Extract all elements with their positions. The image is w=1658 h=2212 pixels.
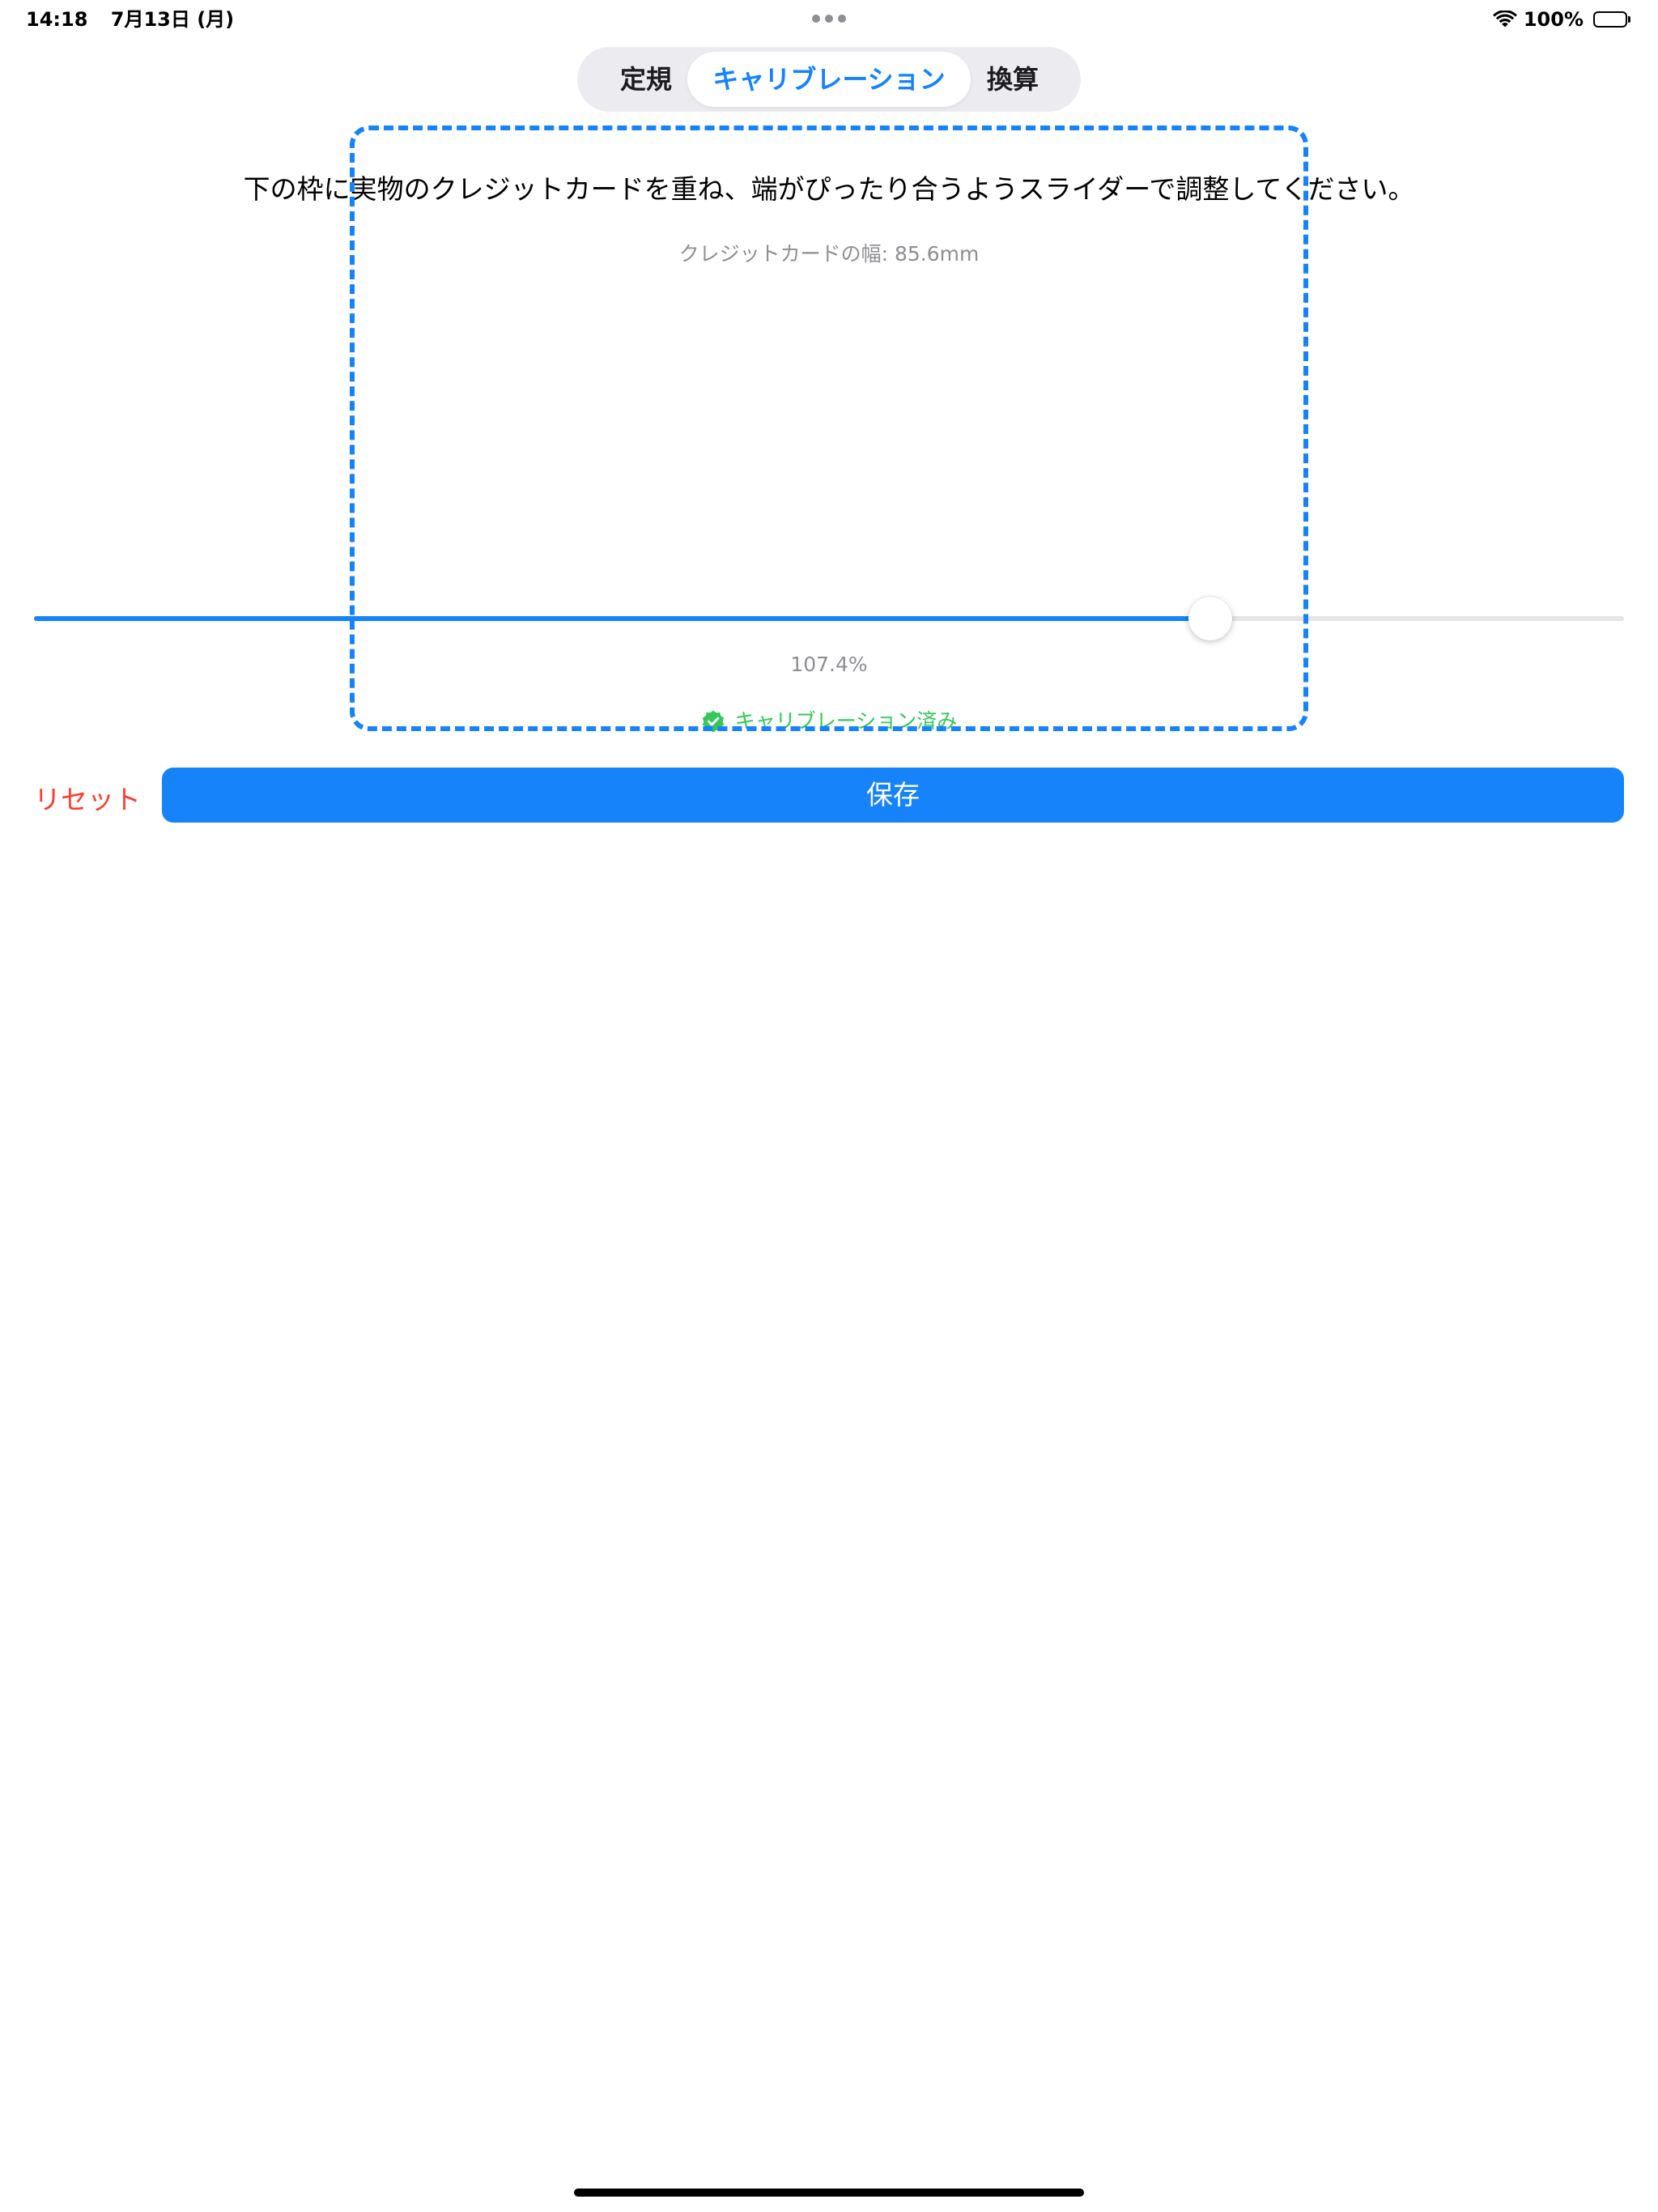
calibration-instruction: 下の枠に実物のクレジットカードを重ね、端がぴったり合うようスライダーで調整してく… bbox=[243, 173, 1415, 205]
battery-icon bbox=[1593, 11, 1632, 28]
segment-conversion[interactable]: 換算 bbox=[950, 52, 1076, 107]
card-width-info: クレジットカードの幅: 85.6mm bbox=[678, 242, 980, 266]
segment-calibration[interactable]: キャリブレーション bbox=[687, 52, 971, 107]
home-indicator[interactable] bbox=[574, 2189, 1084, 2197]
calibrated-status-label: キャリブレーション済み bbox=[734, 709, 958, 733]
status-date: 7月13日 (月) bbox=[110, 8, 235, 31]
wifi-icon bbox=[1492, 11, 1517, 28]
slider-track[interactable] bbox=[34, 616, 1624, 621]
credit-card-frame bbox=[350, 125, 1308, 731]
mode-segmented-control: 定規 キャリブレーション 換算 bbox=[577, 47, 1081, 112]
save-button[interactable]: 保存 bbox=[162, 768, 1624, 823]
status-time: 14:18 bbox=[26, 8, 88, 31]
scale-percent-value: 107.4% bbox=[790, 653, 868, 676]
status-bar-left: 14:18 7月13日 (月) bbox=[26, 6, 234, 32]
check-badge-icon bbox=[702, 710, 724, 733]
slider-thumb[interactable] bbox=[1188, 597, 1233, 640]
reset-button[interactable]: リセット bbox=[34, 776, 141, 824]
battery-percent: 100% bbox=[1523, 8, 1584, 31]
slider-fill bbox=[34, 616, 1211, 621]
calibrated-status: キャリブレーション済み bbox=[0, 706, 1658, 737]
multitask-dots-icon[interactable] bbox=[812, 14, 846, 23]
status-bar-right: 100% bbox=[1492, 6, 1632, 32]
scale-slider[interactable] bbox=[34, 597, 1624, 640]
